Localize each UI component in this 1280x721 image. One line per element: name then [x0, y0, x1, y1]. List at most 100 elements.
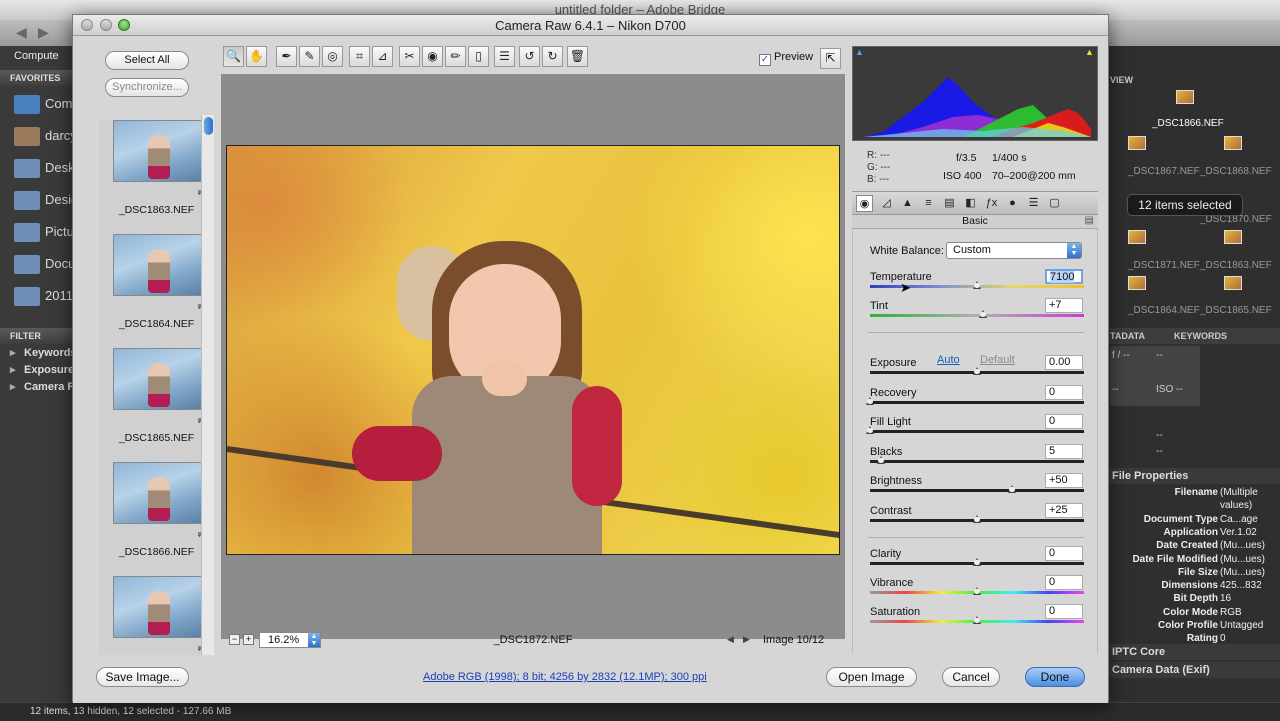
open-image-button[interactable]: Open Image [826, 667, 917, 687]
vibrance-slider-thumb[interactable] [973, 587, 981, 595]
filmstrip-thumbnail[interactable] [113, 120, 205, 182]
content-thumbnail[interactable] [1128, 276, 1146, 290]
save-image-button[interactable]: Save Image... [96, 667, 189, 687]
shadow-clipping-icon[interactable]: ▲ [855, 47, 865, 57]
cancel-button[interactable]: Cancel [942, 667, 1000, 687]
basic-tab-icon[interactable]: ◉ [856, 195, 873, 212]
preview-canvas[interactable] [221, 74, 845, 639]
brightness-slider-thumb[interactable] [1008, 485, 1017, 493]
keywords-tab[interactable]: KEYWORDS [1174, 328, 1227, 344]
favorite-item[interactable]: darcy [0, 120, 80, 152]
file-properties-header[interactable]: File Properties [1104, 468, 1280, 484]
tint-value-field[interactable]: +7 [1045, 298, 1083, 313]
camera-calibration-tab-icon[interactable]: ● [1004, 195, 1021, 212]
exposure-slider-thumb[interactable] [973, 367, 981, 375]
spot-removal-icon[interactable]: ✂ [399, 46, 420, 67]
effects-tab-icon[interactable]: ƒx [983, 195, 1000, 212]
fill-light-slider-thumb[interactable] [866, 426, 874, 434]
favorite-item[interactable]: Desig [0, 184, 80, 216]
done-button[interactable]: Done [1025, 667, 1085, 687]
favorite-item[interactable]: Com [0, 88, 80, 120]
fill-light-slider[interactable] [870, 430, 1084, 433]
filmstrip-thumbnail[interactable] [113, 348, 205, 410]
trash-icon[interactable]: 🗑 [567, 46, 588, 67]
recovery-slider[interactable] [870, 401, 1084, 404]
camera-data-header[interactable]: Camera Data (Exif) [1104, 662, 1280, 678]
temperature-value-field[interactable]: 7100 [1045, 269, 1083, 284]
recovery-slider-thumb[interactable] [866, 397, 874, 405]
minimize-window-icon[interactable] [100, 19, 112, 31]
workflow-options-link[interactable]: Adobe RGB (1998); 8 bit; 4256 by 2832 (1… [423, 671, 707, 683]
content-thumbnail[interactable] [1224, 230, 1242, 244]
favorite-item[interactable]: Pictu [0, 216, 80, 248]
synchronize-button[interactable]: Synchronize... [105, 78, 189, 97]
blacks-value-field[interactable]: 5 [1045, 444, 1083, 459]
blacks-slider-thumb[interactable] [876, 456, 885, 464]
favorite-item[interactable]: 2011 [0, 280, 80, 312]
blacks-slider[interactable] [870, 460, 1084, 463]
metadata-tab[interactable]: TADATA [1110, 328, 1145, 344]
preview-toggle[interactable]: ✓ Preview [759, 51, 813, 66]
iptc-core-header[interactable]: IPTC Core [1104, 644, 1280, 660]
target-adjust-icon[interactable]: ◎ [322, 46, 343, 67]
color-sampler-icon[interactable]: ✎ [299, 46, 320, 67]
highlight-clipping-icon[interactable]: ▲ [1085, 47, 1095, 57]
brightness-slider[interactable] [870, 489, 1084, 492]
tint-slider-thumb[interactable] [979, 310, 988, 318]
scrollbar-thumb[interactable] [204, 117, 213, 135]
saturation-slider-thumb[interactable] [973, 616, 981, 624]
clarity-slider-thumb[interactable] [973, 558, 981, 566]
white-balance-select[interactable]: Custom ▲ ▼ [946, 242, 1082, 259]
content-thumbnail[interactable] [1128, 136, 1146, 150]
content-thumbnail[interactable] [1128, 230, 1146, 244]
rotate-cw-icon[interactable]: ↻ [542, 46, 563, 67]
filter-exposure[interactable]: Exposure [0, 362, 80, 379]
preferences-icon[interactable]: ☰ [494, 46, 515, 67]
contrast-slider-thumb[interactable] [973, 515, 981, 523]
contrast-value-field[interactable]: +25 [1045, 503, 1083, 518]
filmstrip-thumbnail[interactable] [113, 234, 205, 296]
zoom-icon[interactable]: 🔍 [223, 46, 244, 67]
back-icon[interactable]: ◀ [16, 24, 27, 41]
panel-menu-icon[interactable]: ▤ [1085, 215, 1094, 226]
filmstrip-scrollbar[interactable] [201, 115, 214, 655]
temperature-slider-thumb[interactable] [973, 281, 981, 289]
favorite-item[interactable]: Docu [0, 248, 80, 280]
crop-icon[interactable]: ⌗ [349, 46, 370, 67]
straighten-icon[interactable]: ⊿ [372, 46, 393, 67]
graduated-filter-icon[interactable]: ▯ [468, 46, 489, 67]
fullscreen-mode-button[interactable]: ⇱ [820, 48, 841, 69]
exposure-value-field[interactable]: 0.00 [1045, 355, 1083, 370]
content-thumbnail[interactable] [1224, 136, 1242, 150]
fill-light-value-field[interactable]: 0 [1045, 414, 1083, 429]
checkmark-icon[interactable]: ✓ [759, 54, 771, 66]
previous-image-icon[interactable]: ◀ [727, 634, 734, 645]
select-all-button[interactable]: Select All [105, 51, 189, 70]
filmstrip-thumbnail[interactable] [113, 576, 205, 638]
preview-photo[interactable] [226, 145, 840, 555]
vibrance-value-field[interactable]: 0 [1045, 575, 1083, 590]
close-window-icon[interactable] [81, 19, 93, 31]
content-thumbnail[interactable] [1176, 90, 1194, 104]
adjustment-brush-icon[interactable]: ✏ [445, 46, 466, 67]
clarity-value-field[interactable]: 0 [1045, 546, 1083, 561]
snapshots-tab-icon[interactable]: ▢ [1046, 195, 1063, 212]
favorite-item[interactable]: Desk [0, 152, 80, 184]
filter-keywords[interactable]: Keywords [0, 345, 80, 362]
tone-curve-tab-icon[interactable]: ◿ [878, 195, 895, 212]
red-eye-icon[interactable]: ◉ [422, 46, 443, 67]
rotate-ccw-icon[interactable]: ↺ [519, 46, 540, 67]
recovery-value-field[interactable]: 0 [1045, 385, 1083, 400]
split-toning-tab-icon[interactable]: ▤ [941, 195, 958, 212]
content-thumbnail[interactable] [1224, 276, 1242, 290]
next-image-icon[interactable]: ▶ [743, 634, 750, 645]
saturation-value-field[interactable]: 0 [1045, 604, 1083, 619]
hand-icon[interactable]: ✋ [246, 46, 267, 67]
zoom-window-icon[interactable] [118, 19, 130, 31]
review-tab[interactable]: VIEW [1110, 72, 1133, 88]
lens-corrections-tab-icon[interactable]: ◧ [962, 195, 979, 212]
brightness-value-field[interactable]: +50 [1045, 473, 1083, 488]
tint-slider[interactable] [870, 314, 1084, 317]
white-balance-icon[interactable]: ✒ [276, 46, 297, 67]
hsl-tab-icon[interactable]: ≡ [920, 195, 937, 212]
